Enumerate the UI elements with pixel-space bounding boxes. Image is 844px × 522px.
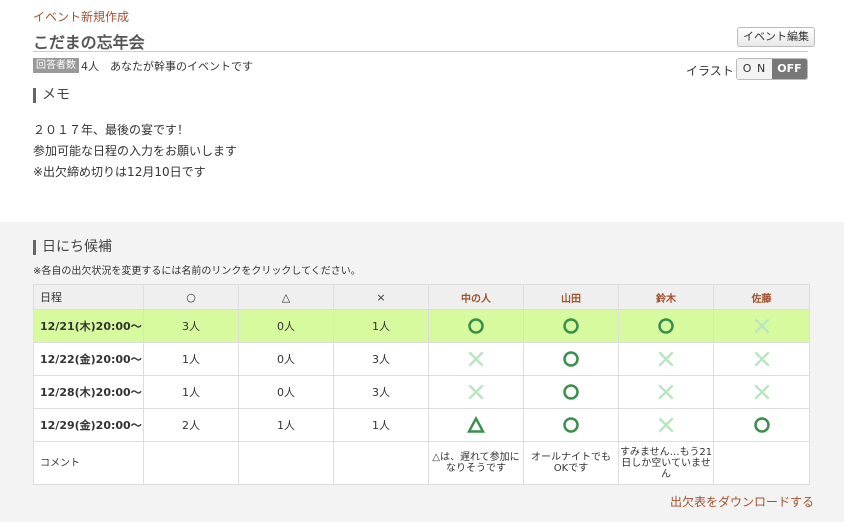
- person-link[interactable]: 中の人: [428, 284, 524, 310]
- schedule-heading: 日にち候補: [33, 240, 112, 255]
- illustration-label: イラスト: [686, 64, 734, 78]
- answer-cell: [523, 309, 619, 343]
- ok-count-cell: 2人: [143, 408, 239, 442]
- cross-icon: [754, 384, 769, 400]
- circle-icon: [563, 384, 579, 400]
- circle-icon: [563, 318, 579, 334]
- breadcrumb[interactable]: イベント新規作成: [33, 8, 129, 25]
- date-cell: 12/28(木)20:00～: [33, 375, 144, 409]
- maybe-count-cell: 0人: [238, 375, 334, 409]
- answer-cell: [523, 375, 619, 409]
- circle-icon: [658, 318, 674, 334]
- ok-count-cell: 1人: [143, 342, 239, 376]
- maybe-count-cell: 0人: [238, 342, 334, 376]
- answer-cell: [618, 309, 714, 343]
- event-summary-section: イベント新規作成 こだまの忘年会 イベント編集 回答者数 4人 あなたが幹事のイ…: [0, 0, 844, 222]
- memo-line: 参加可能な日程の入力をお願いします: [33, 144, 238, 158]
- answer-cell: [618, 408, 714, 442]
- cross-icon: [754, 318, 769, 334]
- table-row: 12/29(金)20:00～ 2人 1人 1人: [33, 408, 810, 442]
- answer-cell: [713, 309, 810, 343]
- answer-cell: [428, 342, 524, 376]
- table-header-row: 日程 ○ △ × 中の人 山田 鈴木 佐藤: [33, 284, 810, 310]
- answer-cell: [428, 375, 524, 409]
- cross-icon: [754, 351, 769, 367]
- answer-cell: [618, 375, 714, 409]
- toggle-on-option[interactable]: O N: [737, 59, 772, 79]
- respondents-badge: 回答者数: [33, 58, 79, 73]
- cross-icon: [658, 351, 674, 367]
- ok-count-cell: 3人: [143, 309, 239, 343]
- cross-icon: [658, 384, 674, 400]
- circle-icon: [468, 318, 484, 334]
- no-count-cell: 1人: [333, 309, 429, 343]
- answer-cell: [618, 342, 714, 376]
- ok-count-cell: 1人: [143, 375, 239, 409]
- person-link[interactable]: 山田: [523, 284, 619, 310]
- schedule-note: ※各自の出欠状況を変更するには名前のリンクをクリックしてください。: [33, 266, 361, 277]
- column-header-maybe: △: [238, 284, 334, 310]
- circle-icon: [563, 351, 579, 367]
- person-link[interactable]: 佐藤: [713, 284, 810, 310]
- person-link[interactable]: 鈴木: [618, 284, 714, 310]
- download-link[interactable]: 出欠表をダウンロードする: [670, 493, 814, 510]
- table-row: 12/21(木)20:00～ 3人 0人 1人: [33, 309, 810, 343]
- circle-icon: [563, 417, 579, 433]
- date-cell: 12/22(金)20:00～: [33, 342, 144, 376]
- maybe-count-cell: 1人: [238, 408, 334, 442]
- date-cell: 12/29(金)20:00～: [33, 408, 144, 442]
- owner-note: あなたが幹事のイベントです: [110, 60, 253, 73]
- answer-cell: [713, 375, 810, 409]
- toggle-off-option[interactable]: OFF: [772, 59, 807, 79]
- cross-icon: [468, 384, 484, 400]
- title-divider: [33, 51, 808, 52]
- table-row: 12/28(木)20:00～ 1人 0人 3人: [33, 375, 810, 409]
- answer-cell: [523, 408, 619, 442]
- page-title: こだまの忘年会: [33, 33, 145, 52]
- cross-icon: [658, 417, 674, 433]
- memo-body: ２０１７年、最後の宴です！ 参加可能な日程の入力をお願いします ※出欠締め切りは…: [33, 120, 237, 183]
- answer-cell: [428, 309, 524, 343]
- comment-cell: [713, 441, 810, 485]
- no-count-cell: 1人: [333, 408, 429, 442]
- memo-heading: メモ: [33, 88, 70, 103]
- maybe-count-cell: 0人: [238, 309, 334, 343]
- empty-cell: [333, 441, 429, 485]
- illustration-toggle[interactable]: O N OFF: [736, 58, 808, 80]
- comment-cell: オールナイトでもOKです: [523, 441, 619, 485]
- edit-event-button[interactable]: イベント編集: [737, 27, 815, 47]
- memo-line: ※出欠締め切りは12月10日です: [33, 165, 206, 179]
- column-header-ok: ○: [143, 284, 239, 310]
- cross-icon: [468, 351, 484, 367]
- triangle-icon: [467, 416, 485, 433]
- no-count-cell: 3人: [333, 375, 429, 409]
- column-header-no: ×: [333, 284, 429, 310]
- comment-row: コメント △は、遅れて参加になりそうです オールナイトでもOKです すみません…もう2…: [33, 441, 810, 485]
- date-cell: 12/21(木)20:00～: [33, 309, 144, 343]
- attendance-table: 日程 ○ △ × 中の人 山田 鈴木 佐藤 12/21(木)20:00～ 3人 0人…: [33, 284, 810, 485]
- no-count-cell: 3人: [333, 342, 429, 376]
- answer-cell: [428, 408, 524, 442]
- table-row: 12/22(金)20:00～ 1人 0人 3人: [33, 342, 810, 376]
- comment-label: コメント: [33, 441, 144, 485]
- column-header-date: 日程: [33, 284, 144, 310]
- empty-cell: [143, 441, 239, 485]
- answer-cell: [713, 408, 810, 442]
- comment-cell: すみません…もう21日しか空いていません: [618, 441, 714, 485]
- comment-cell: △は、遅れて参加になりそうです: [428, 441, 524, 485]
- circle-icon: [753, 417, 770, 433]
- answer-cell: [523, 342, 619, 376]
- memo-line: ２０１７年、最後の宴です！: [33, 123, 190, 137]
- respondents-count: 4人: [81, 60, 99, 73]
- empty-cell: [238, 441, 334, 485]
- answer-cell: [713, 342, 810, 376]
